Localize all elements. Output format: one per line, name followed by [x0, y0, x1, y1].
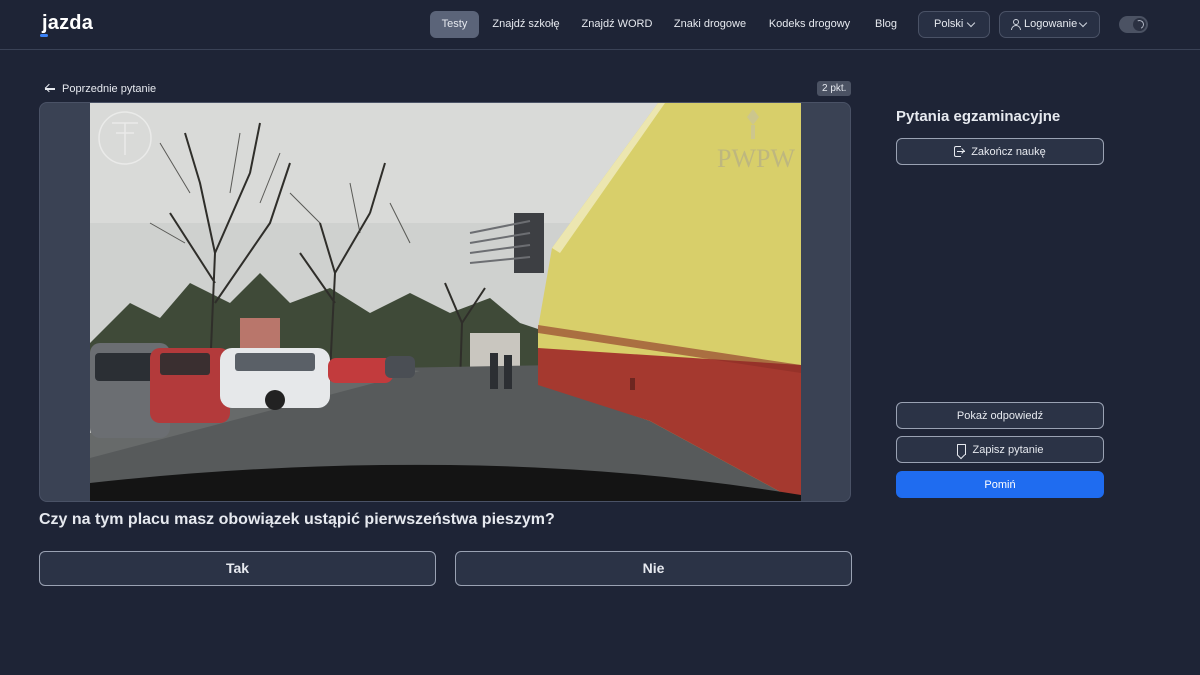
previous-question-label: Poprzednie pytanie — [62, 83, 157, 95]
skip-button[interactable]: Pomiń — [896, 471, 1104, 498]
end-study-button[interactable]: Zakończ naukę — [896, 138, 1104, 165]
question-text: Czy na tym placu masz obowiązek ustąpić … — [39, 511, 555, 528]
nav-road-signs[interactable]: Znaki drogowe — [668, 11, 752, 38]
nav-find-word[interactable]: Znajdź WORD — [577, 11, 657, 38]
chevron-down-icon — [966, 18, 976, 28]
exit-icon — [954, 146, 966, 157]
chevron-down-icon — [1078, 18, 1088, 28]
watermark-text: PWPW — [717, 144, 795, 173]
language-label: Polski — [934, 18, 964, 30]
show-answer-label: Pokaż odpowiedź — [956, 409, 1044, 422]
save-question-button[interactable]: Zapisz pytanie — [896, 436, 1104, 463]
end-study-label: Zakończ naukę — [971, 145, 1046, 158]
user-icon — [1011, 19, 1021, 30]
question-photo: PWPW — [90, 103, 801, 501]
nav-blog[interactable]: Blog — [868, 11, 904, 38]
logo[interactable]: jazda — [42, 12, 93, 35]
skip-label: Pomiń — [984, 478, 1016, 491]
answer-yes-button[interactable]: Tak — [39, 551, 436, 586]
points-badge: 2 pkt. — [817, 81, 852, 96]
nav-find-school[interactable]: Znajdź szkołę — [487, 11, 565, 38]
sidebar-title: Pytania egzaminacyjne — [896, 108, 1061, 125]
question-media: PWPW — [39, 102, 851, 502]
previous-question-link[interactable]: Poprzednie pytanie — [44, 81, 157, 97]
login-label: Logowanie — [1024, 18, 1078, 30]
login-dropdown[interactable]: Logowanie — [999, 11, 1100, 38]
theme-toggle[interactable] — [1119, 16, 1148, 33]
show-answer-button[interactable]: Pokaż odpowiedź — [896, 402, 1104, 429]
nav-tests[interactable]: Testy — [430, 11, 479, 38]
arrow-left-icon — [44, 83, 55, 94]
save-question-label: Zapisz pytanie — [972, 443, 1044, 456]
bookmark-icon — [956, 444, 966, 455]
answer-no-button[interactable]: Nie — [455, 551, 852, 586]
nav-traffic-code[interactable]: Kodeks drogowy — [763, 11, 856, 38]
top-navbar: jazda Testy Znajdź szkołę Znajdź WORD Zn… — [0, 0, 1200, 50]
language-dropdown[interactable]: Polski — [918, 11, 990, 38]
logo-text: jazda — [42, 12, 94, 34]
